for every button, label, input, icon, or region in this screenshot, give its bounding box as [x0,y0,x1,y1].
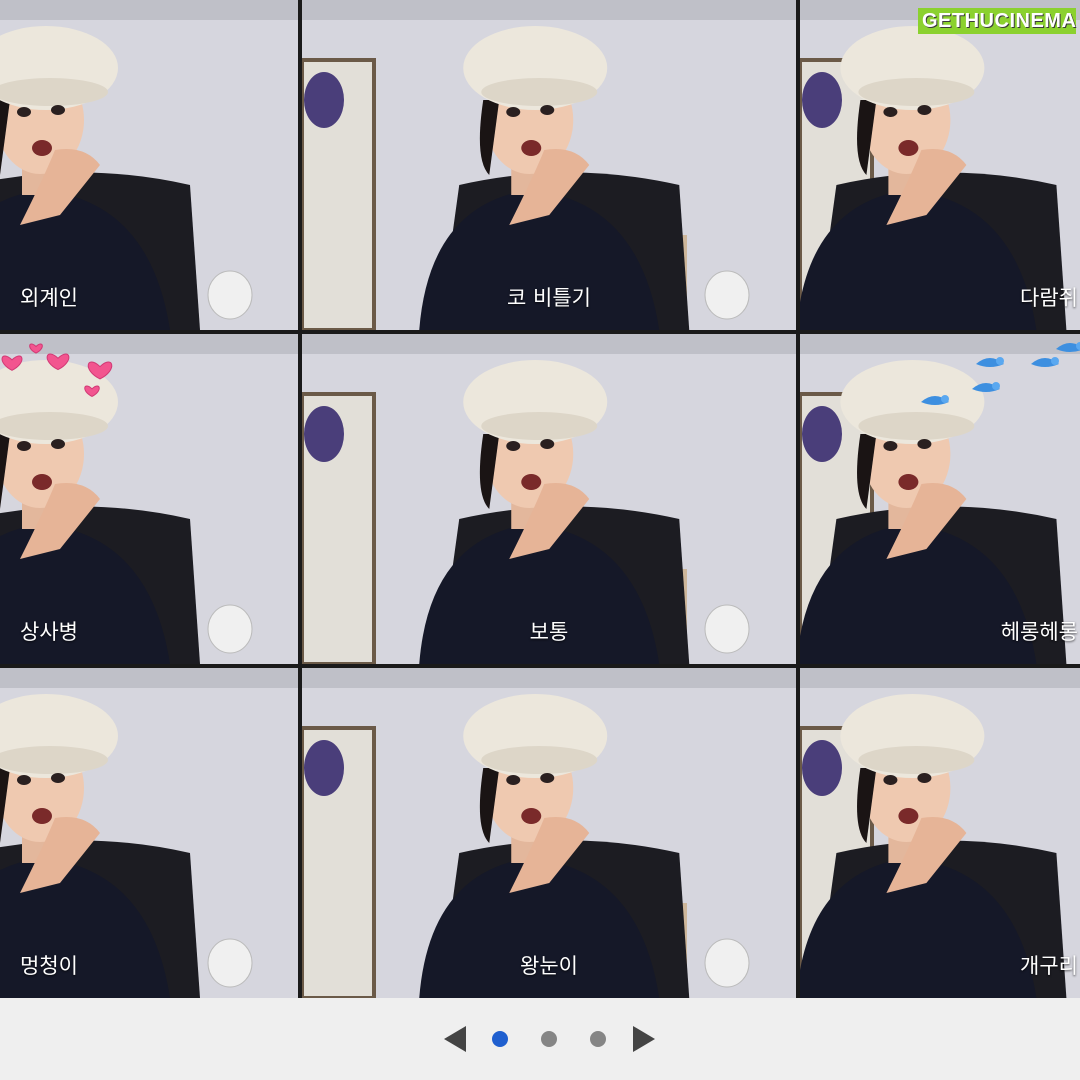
filter-label: 상사병 [20,620,78,644]
filter-label: 왕눈이 [520,954,578,978]
filter-label: 보통 [529,620,569,644]
webcam-preview [800,668,1080,998]
triangle-right-icon[interactable] [633,1026,655,1052]
webcam-preview [0,0,298,330]
photo-booth-filter-grid: 외계인 코 비틀기 다람쥐 상사병 보통 헤롱헤롱 멍청이 왕눈이 개구리 [0,0,1080,998]
page-indicator-bar [0,998,1080,1080]
watermark-part1: GETHU [922,10,995,32]
filter-label: 멍청이 [20,954,78,978]
page-dot-0[interactable] [492,1031,508,1047]
filter-label: 헤롱헤롱 [1000,620,1078,644]
webcam-preview [800,334,1080,664]
webcam-preview [302,334,796,664]
triangle-left-icon[interactable] [444,1026,466,1052]
filter-cell-6[interactable]: 멍청이 [0,668,298,998]
filter-cell-0[interactable]: 외계인 [0,0,298,330]
filter-cell-4[interactable]: 보통 [302,334,796,664]
filter-label: 외계인 [20,286,78,310]
filter-label: 개구리 [1020,954,1078,978]
watermark-logo: GETHUCINEMA [918,8,1076,34]
page-dot-2[interactable] [590,1031,606,1047]
webcam-preview [0,668,298,998]
filter-label: 다람쥐 [1020,286,1078,310]
filter-cell-3[interactable]: 상사병 [0,334,298,664]
filter-label: 코 비틀기 [507,286,591,310]
webcam-preview [800,0,1080,330]
watermark-part2: CINEMA [994,10,1077,32]
filter-cell-5[interactable]: 헤롱헤롱 [800,334,1080,664]
filter-cell-8[interactable]: 개구리 [800,668,1080,998]
webcam-preview [302,668,796,998]
filter-cell-2[interactable]: 다람쥐 [800,0,1080,330]
webcam-preview [302,0,796,330]
page-dot-1[interactable] [541,1031,557,1047]
filter-cell-1[interactable]: 코 비틀기 [302,0,796,330]
webcam-preview [0,334,298,664]
filter-cell-7[interactable]: 왕눈이 [302,668,796,998]
